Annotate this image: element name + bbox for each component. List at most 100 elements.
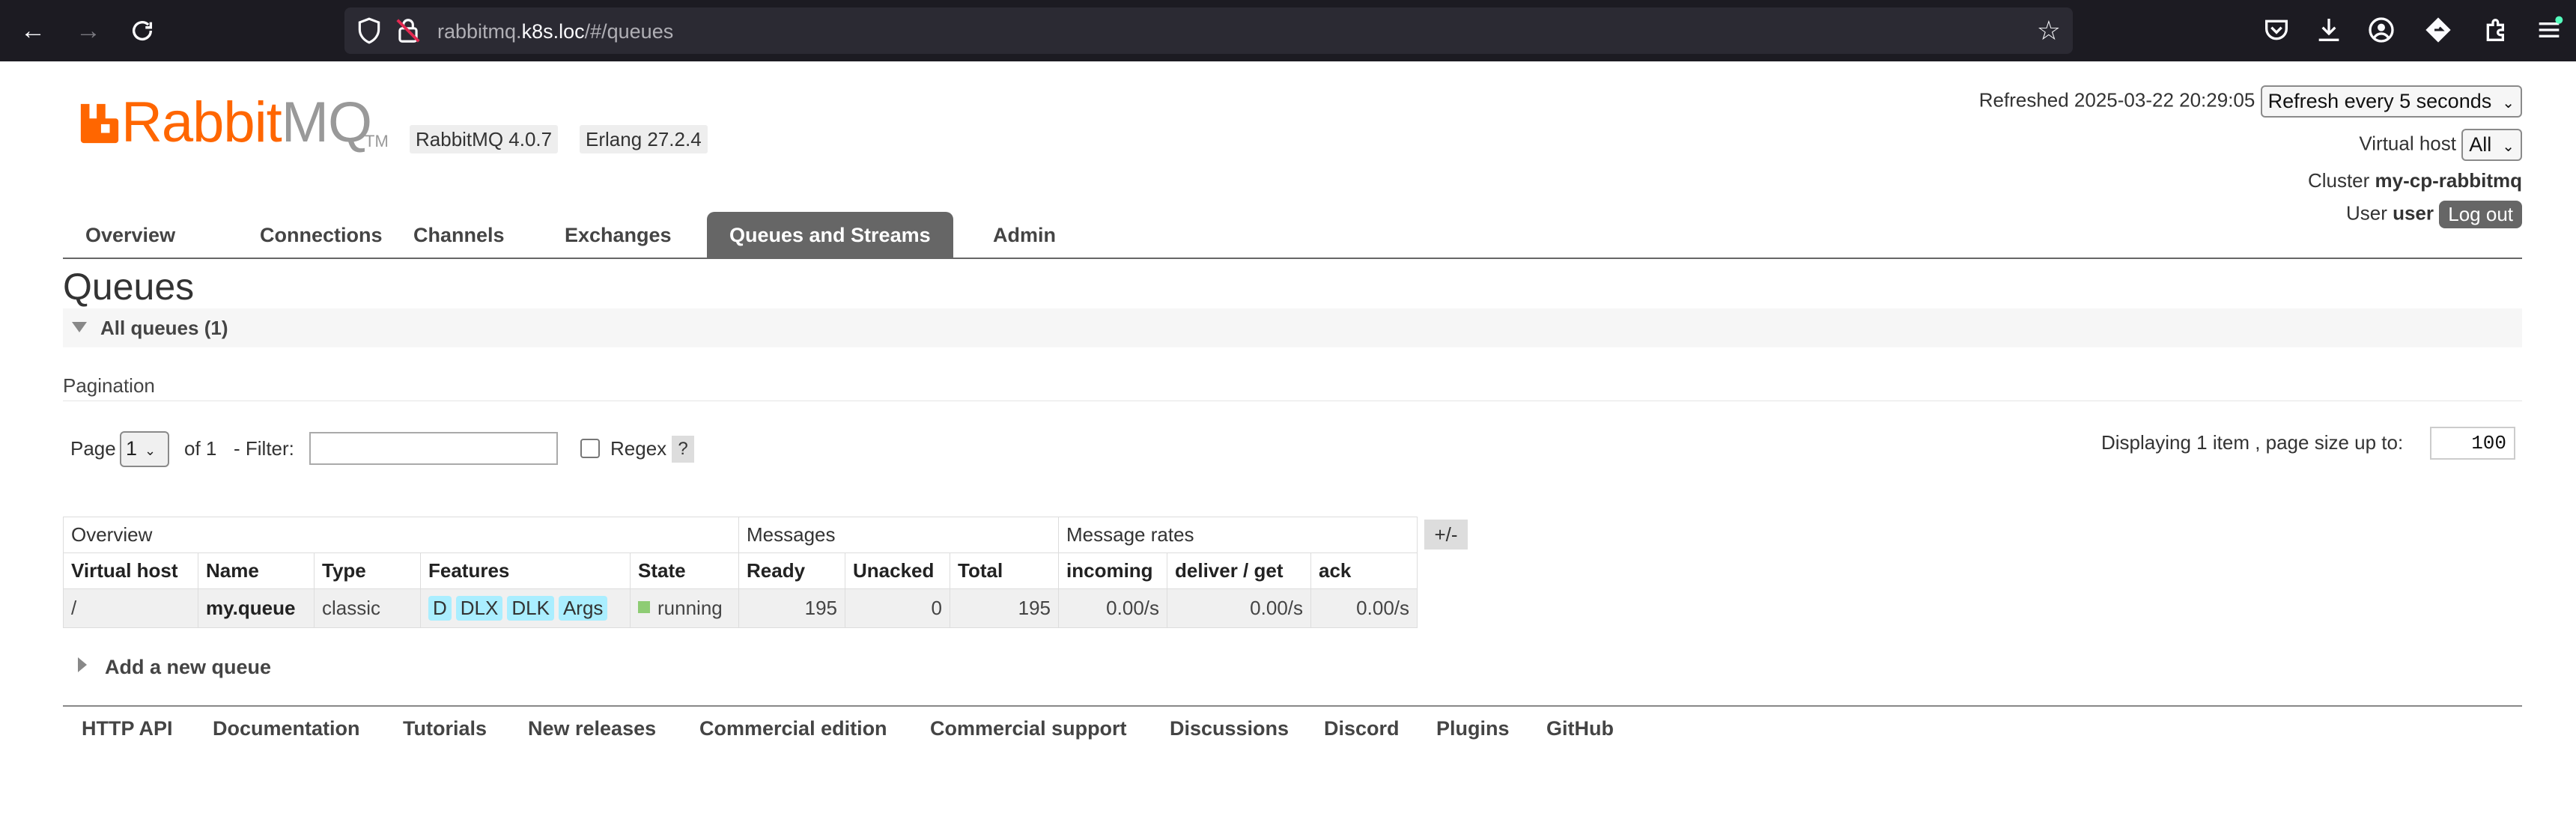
cell-incoming: 0.00/s xyxy=(1058,588,1167,628)
tab-queues-and-streams[interactable]: Queues and Streams xyxy=(707,212,953,258)
feature-badge-dlk[interactable]: DLK xyxy=(507,596,554,621)
footer-link-new-releases[interactable]: New releases xyxy=(528,717,656,740)
all-queues-section-toggle[interactable]: All queues (1) xyxy=(63,308,2522,347)
running-status-icon xyxy=(638,601,650,613)
user-label: User xyxy=(2345,201,2387,225)
cell-state: running xyxy=(630,588,739,628)
browser-toolbar: ← → rabbitmq.k8s.loc/#/queues ☆ xyxy=(0,0,2576,61)
rabbitmq-logo-icon xyxy=(80,103,119,144)
col-incoming[interactable]: incoming xyxy=(1058,552,1167,589)
group-overview: Overview xyxy=(63,517,739,553)
cluster-name: my-cp-rabbitmq xyxy=(2375,169,2522,192)
pocket-icon[interactable] xyxy=(2261,15,2291,45)
col-total[interactable]: Total xyxy=(950,552,1059,589)
queue-name-link[interactable]: my.queue xyxy=(198,588,315,628)
page-label: Page xyxy=(70,437,116,460)
queues-table: Overview Messages Message rates Virtual … xyxy=(63,517,1418,628)
feature-badge-durable[interactable]: D xyxy=(428,596,452,621)
brand-name: RabbitMQ xyxy=(121,91,372,154)
tab-exchanges[interactable]: Exchanges xyxy=(542,212,694,258)
all-queues-label: All queues (1) xyxy=(100,317,228,339)
footer-link-plugins[interactable]: Plugins xyxy=(1436,717,1510,740)
feature-badge-dlx[interactable]: DLX xyxy=(455,596,503,621)
col-ack[interactable]: ack xyxy=(1310,552,1418,589)
group-messages: Messages xyxy=(738,517,1059,553)
cell-total: 195 xyxy=(950,588,1059,628)
expand-triangle-icon xyxy=(78,657,87,672)
footer-link-tutorials[interactable]: Tutorials xyxy=(403,717,487,740)
vhost-label: Virtual host xyxy=(2359,132,2456,155)
group-message-rates: Message rates xyxy=(1058,517,1418,553)
reload-icon[interactable] xyxy=(126,14,159,47)
tab-channels[interactable]: Channels xyxy=(391,212,527,258)
col-type[interactable]: Type xyxy=(314,552,421,589)
bookmark-star-icon[interactable]: ☆ xyxy=(2037,15,2061,46)
table-column-header: Virtual host Name Type Features State Re… xyxy=(63,552,1418,589)
cell-deliver-get: 0.00/s xyxy=(1167,588,1311,628)
col-state[interactable]: State xyxy=(630,552,739,589)
page-size-input[interactable] xyxy=(2430,427,2515,460)
tabs-underline xyxy=(63,258,2522,259)
col-name[interactable]: Name xyxy=(198,552,315,589)
footer-divider xyxy=(63,705,2522,707)
vhost-row: Virtual host All ⌄ xyxy=(2359,129,2522,161)
url-text[interactable]: rabbitmq.k8s.loc/#/queues xyxy=(437,20,673,43)
footer-link-documentation[interactable]: Documentation xyxy=(213,717,360,740)
col-ready[interactable]: Ready xyxy=(738,552,845,589)
regex-help-button[interactable]: ? xyxy=(672,436,694,463)
regex-label: Regex xyxy=(610,437,667,460)
forward-icon[interactable]: → xyxy=(72,14,105,47)
tab-connections[interactable]: Connections xyxy=(237,212,405,258)
footer-link-discord[interactable]: Discord xyxy=(1324,717,1400,740)
footer-link-commercial-support[interactable]: Commercial support xyxy=(930,717,1127,740)
table-row[interactable]: / my.queue classic D DLX DLK Args running 1… xyxy=(63,588,1418,628)
displaying-count: Displaying 1 item , page size up to: xyxy=(2101,431,2404,454)
page-title: Queues xyxy=(63,266,195,308)
menu-icon[interactable] xyxy=(2534,15,2564,45)
add-queue-label: Add a new queue xyxy=(105,656,272,678)
refreshed-timestamp: Refreshed 2025-03-22 20:29:05 xyxy=(1978,88,2255,112)
cell-vhost: / xyxy=(63,588,198,628)
cell-ack: 0.00/s xyxy=(1310,588,1418,628)
user-row: User user Log out xyxy=(2346,201,2522,228)
chevron-down-icon: ⌄ xyxy=(2502,95,2515,112)
pagination-heading: Pagination xyxy=(63,374,155,397)
feature-badge-args[interactable]: Args xyxy=(558,596,608,621)
address-bar[interactable]: rabbitmq.k8s.loc/#/queues ☆ xyxy=(344,7,2073,54)
account-icon[interactable] xyxy=(2366,15,2396,45)
footer-link-github[interactable]: GitHub xyxy=(1546,717,1614,740)
filter-label: - Filter: xyxy=(234,437,294,460)
page-select[interactable]: 1 ⌄ xyxy=(120,431,169,467)
erlang-version-badge: Erlang 27.2.4 xyxy=(580,125,708,153)
footer-link-http-api[interactable]: HTTP API xyxy=(82,717,173,740)
footer-link-discussions[interactable]: Discussions xyxy=(1170,717,1289,740)
cell-unacked: 0 xyxy=(845,588,950,628)
logout-button[interactable]: Log out xyxy=(2439,201,2522,228)
add-queue-section-toggle[interactable]: Add a new queue xyxy=(78,656,271,679)
page-of-label: of 1 xyxy=(184,437,217,460)
col-features[interactable]: Features xyxy=(420,552,631,589)
col-virtual-host[interactable]: Virtual host xyxy=(63,552,198,589)
regex-checkbox[interactable] xyxy=(580,439,600,458)
col-unacked[interactable]: Unacked xyxy=(845,552,950,589)
tab-admin[interactable]: Admin xyxy=(970,212,1078,258)
extension-diamond-icon[interactable] xyxy=(2423,15,2453,45)
refresh-interval-select[interactable]: Refresh every 5 seconds ⌄ xyxy=(2260,85,2522,118)
shield-icon[interactable] xyxy=(355,16,383,45)
vhost-select[interactable]: All ⌄ xyxy=(2461,129,2522,161)
chevron-down-icon: ⌄ xyxy=(145,443,157,458)
downloads-icon[interactable] xyxy=(2314,15,2344,45)
filter-input[interactable] xyxy=(309,432,558,465)
footer-link-commercial-edition[interactable]: Commercial edition xyxy=(699,717,887,740)
user-name: user xyxy=(2393,201,2434,225)
tab-overview[interactable]: Overview xyxy=(63,212,198,258)
cell-type: classic xyxy=(314,588,421,628)
col-deliver-get[interactable]: deliver / get xyxy=(1167,552,1311,589)
extensions-puzzle-icon[interactable] xyxy=(2482,15,2512,45)
insecure-lock-icon[interactable] xyxy=(394,16,422,45)
column-toggle-button[interactable]: +/- xyxy=(1424,520,1468,549)
cluster-row: Cluster my-cp-rabbitmq xyxy=(2308,169,2522,192)
cluster-label: Cluster xyxy=(2307,169,2370,192)
back-icon[interactable]: ← xyxy=(16,14,49,47)
rabbitmq-version-badge: RabbitMQ 4.0.7 xyxy=(410,125,559,153)
